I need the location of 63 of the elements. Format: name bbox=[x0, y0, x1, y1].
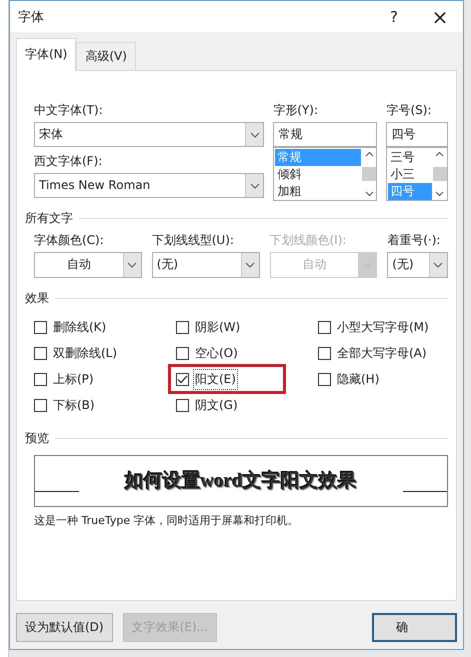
dialog-button[interactable]: 确 bbox=[372, 613, 457, 642]
scroll-up-icon[interactable] bbox=[364, 151, 374, 157]
dropdown[interactable]: 宋体 bbox=[34, 122, 264, 147]
dropdown[interactable]: (无) bbox=[387, 252, 448, 278]
field-label: 字体颜色(C): bbox=[34, 232, 105, 249]
window-title: 字体 bbox=[18, 8, 45, 26]
font-note: 这是一种 TrueType 字体，同时适用于屏幕和打印机。 bbox=[34, 513, 300, 528]
field-label: 下划线线型(U): bbox=[152, 232, 235, 249]
field-label: 西文字体(F): bbox=[34, 153, 104, 170]
scroll-down-icon[interactable] bbox=[435, 191, 444, 197]
checkbox[interactable] bbox=[34, 398, 47, 412]
chevron-down-icon[interactable] bbox=[245, 174, 264, 197]
dropdown[interactable]: Times New Roman bbox=[34, 173, 264, 198]
checkbox-label[interactable]: 隐藏(H) bbox=[336, 370, 380, 388]
checkbox-label[interactable]: 阴文(G) bbox=[194, 396, 239, 414]
list-item[interactable]: 三号 bbox=[388, 149, 432, 166]
chevron-down-icon bbox=[358, 253, 376, 277]
checkbox-label[interactable]: 下标(B) bbox=[52, 396, 96, 414]
chevron-down-icon bbox=[240, 253, 258, 277]
checkbox-label[interactable]: 阴影(W) bbox=[194, 318, 242, 336]
chevron-down-icon bbox=[122, 253, 141, 277]
checkbox[interactable] bbox=[318, 346, 331, 360]
tab[interactable]: 高级(V) bbox=[76, 42, 136, 70]
checkbox[interactable] bbox=[176, 320, 189, 334]
dropdown[interactable]: 自动 bbox=[34, 252, 142, 278]
checkbox[interactable] bbox=[176, 346, 189, 360]
checkbox[interactable] bbox=[318, 372, 331, 386]
dialog-button[interactable]: 设为默认值(D) bbox=[16, 613, 113, 642]
dropdown[interactable]: (无) bbox=[152, 252, 260, 278]
chevron-down-icon bbox=[428, 253, 447, 277]
checkbox[interactable] bbox=[34, 372, 47, 386]
field-label: 字号(S): bbox=[386, 102, 432, 119]
chevron-down-icon[interactable] bbox=[245, 123, 264, 146]
list-item[interactable]: 倾斜 bbox=[275, 166, 362, 183]
checkbox-label[interactable]: 阳文(E) bbox=[194, 370, 237, 388]
checkbox[interactable] bbox=[34, 320, 47, 334]
checkbox[interactable] bbox=[318, 320, 331, 334]
tab[interactable]: 字体(N) bbox=[16, 38, 76, 71]
scroll-down-icon[interactable] bbox=[364, 191, 374, 197]
section-title: 所有文字 bbox=[25, 210, 73, 226]
preview-text: 如何设置word文字阳文效果 bbox=[124, 470, 358, 494]
input-field[interactable]: 四号 bbox=[386, 122, 448, 147]
checkbox[interactable] bbox=[176, 398, 189, 412]
close-button[interactable]: × bbox=[417, 4, 463, 28]
checkbox-label[interactable]: 空心(O) bbox=[194, 344, 239, 362]
section-title: 效果 bbox=[25, 290, 49, 306]
list-item[interactable]: 加粗 bbox=[275, 183, 362, 200]
help-button[interactable]: ? bbox=[371, 8, 417, 26]
field-label: 字形(Y): bbox=[273, 102, 319, 119]
checkbox-label[interactable]: 上标(P) bbox=[52, 370, 95, 388]
list-item[interactable]: 小三 bbox=[388, 166, 432, 183]
input-field[interactable]: 常规 bbox=[273, 122, 378, 147]
checkbox[interactable] bbox=[176, 372, 189, 386]
field-label: 下划线颜色(I): bbox=[270, 232, 348, 249]
checkbox-label[interactable]: 双删除线(L) bbox=[52, 344, 118, 362]
checkbox-label[interactable]: 删除线(K) bbox=[52, 318, 108, 336]
checkbox-label[interactable]: 全部大写字母(A) bbox=[336, 344, 428, 362]
field-label: 中文字体(T): bbox=[34, 102, 104, 119]
section-title: 预览 bbox=[25, 430, 49, 446]
checkbox[interactable] bbox=[34, 346, 47, 360]
field-label: 着重号(·): bbox=[387, 232, 442, 249]
checkbox-label[interactable]: 小型大写字母(M) bbox=[336, 318, 430, 336]
scroll-up-icon[interactable] bbox=[435, 151, 444, 157]
